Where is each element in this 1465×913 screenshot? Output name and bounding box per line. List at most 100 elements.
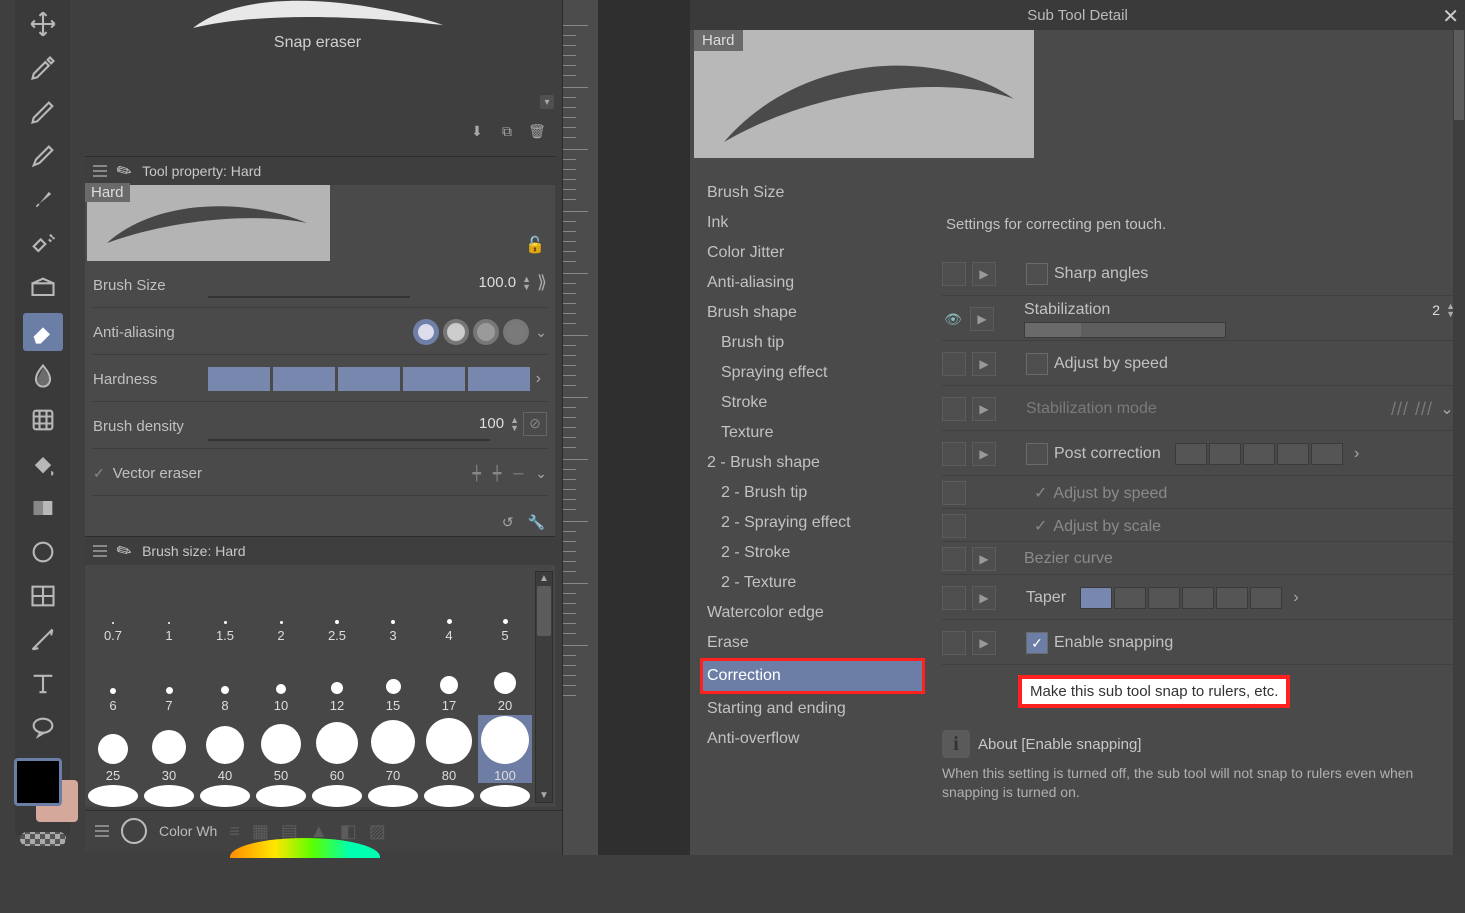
brush-size-slider[interactable]: [208, 296, 410, 298]
aa-option-3[interactable]: [473, 319, 499, 345]
eyedropper-tool-icon[interactable]: [23, 49, 63, 87]
approx-icon[interactable]: ◧: [340, 821, 357, 842]
transparent-swatch[interactable]: [20, 832, 66, 846]
brush-size-option[interactable]: 25: [86, 715, 140, 783]
brush-size-option[interactable]: 20: [478, 645, 532, 713]
brush-density-value[interactable]: 100: [440, 415, 508, 432]
history-icon[interactable]: ▨: [369, 821, 386, 842]
vertical-ruler[interactable]: 180240300360420480540600660720780: [562, 0, 600, 855]
category-item[interactable]: Brush shape: [700, 298, 925, 328]
brush-size-option[interactable]: [142, 785, 196, 807]
post-correction-checkbox[interactable]: [1026, 443, 1048, 465]
frame-tool-icon[interactable]: [23, 577, 63, 615]
move-tool-icon[interactable]: [23, 5, 63, 43]
decoration-tool-icon[interactable]: [23, 269, 63, 307]
trash-icon[interactable]: 🗑: [526, 120, 548, 142]
brush-size-option[interactable]: 15: [366, 645, 420, 713]
brush-size-stepper[interactable]: ▲▼: [520, 275, 531, 291]
category-item[interactable]: Color Jitter: [700, 238, 925, 268]
show-toggle[interactable]: [942, 631, 966, 655]
post-correction-levels[interactable]: [1175, 443, 1343, 465]
wrench-icon[interactable]: 🔧: [528, 514, 545, 531]
chevron-down-icon[interactable]: ⌄: [529, 465, 547, 482]
close-icon[interactable]: ✕: [1442, 4, 1459, 29]
chevron-right-icon[interactable]: ›: [530, 370, 547, 388]
palette-icon[interactable]: ▦: [252, 821, 269, 842]
category-item[interactable]: Anti-overflow: [700, 724, 925, 754]
brush-size-option[interactable]: 60: [310, 715, 364, 783]
brush-size-option[interactable]: [86, 785, 140, 807]
scrollbar-thumb[interactable]: [537, 586, 551, 636]
taper-levels[interactable]: [1080, 587, 1282, 609]
hardness-selector[interactable]: [208, 367, 530, 391]
brush-size-option[interactable]: [198, 785, 252, 807]
brush-size-option[interactable]: [422, 785, 476, 807]
scroll-down-icon[interactable]: ▼: [536, 790, 552, 801]
category-item[interactable]: 2 - Brush tip: [700, 478, 925, 508]
tool-property-header[interactable]: ✎ Tool property: Hard: [85, 157, 563, 185]
brush-size-option[interactable]: 10: [254, 645, 308, 713]
menu-icon[interactable]: [95, 825, 109, 837]
category-item[interactable]: Texture: [700, 418, 925, 448]
brush-size-option[interactable]: 1.5: [198, 575, 252, 643]
gradient-tool-icon[interactable]: [23, 489, 63, 527]
category-item[interactable]: 2 - Stroke: [700, 538, 925, 568]
scrollbar[interactable]: ▲ ▼: [535, 571, 553, 803]
menu-icon[interactable]: [93, 545, 107, 557]
download-icon[interactable]: ⬇: [466, 120, 488, 142]
scroll-up-icon[interactable]: ▲: [536, 573, 552, 584]
category-item[interactable]: Starting and ending: [700, 694, 925, 724]
brush-size-option[interactable]: [366, 785, 420, 807]
category-item[interactable]: 2 - Texture: [700, 568, 925, 598]
text-tool-icon[interactable]: [23, 665, 63, 703]
sharp-angles-checkbox[interactable]: [1026, 263, 1048, 285]
show-toggle[interactable]: [942, 397, 966, 421]
brush-size-header[interactable]: ✎ Brush size: Hard: [85, 537, 563, 565]
vector-mode-2-icon[interactable]: ┿: [493, 465, 501, 482]
density-stepper[interactable]: ▲▼: [508, 416, 519, 432]
aa-option-2[interactable]: [443, 319, 469, 345]
vector-mode-1-icon[interactable]: ┿: [472, 465, 480, 482]
expand-icon[interactable]: ▶: [972, 586, 996, 610]
show-toggle[interactable]: [942, 442, 966, 466]
brush-size-option[interactable]: 3: [366, 575, 420, 643]
chevron-down-icon[interactable]: ⌄: [529, 324, 547, 341]
brush-size-option[interactable]: 7: [142, 645, 196, 713]
brush-size-option[interactable]: 5: [478, 575, 532, 643]
density-dynamics-icon[interactable]: ⊘: [523, 412, 547, 436]
primary-color-swatch[interactable]: [14, 758, 62, 806]
brush-density-slider[interactable]: [208, 439, 490, 441]
pen-tool-icon[interactable]: [23, 93, 63, 131]
category-item[interactable]: Watercolor edge: [700, 598, 925, 628]
brush-size-option[interactable]: 50: [254, 715, 308, 783]
blend-tool-icon[interactable]: [23, 357, 63, 395]
figure-tool-icon[interactable]: [23, 533, 63, 571]
expand-icon[interactable]: ▶: [972, 442, 996, 466]
brush-size-option[interactable]: 4: [422, 575, 476, 643]
fill-tool-icon[interactable]: [23, 445, 63, 483]
aa-option-1[interactable]: [413, 319, 439, 345]
brush-size-option[interactable]: 6: [86, 645, 140, 713]
ruler-tool-icon[interactable]: [23, 621, 63, 659]
show-toggle[interactable]: [942, 262, 966, 286]
anti-aliasing-options[interactable]: [413, 319, 529, 345]
pencil-tool-icon[interactable]: [23, 137, 63, 175]
category-item[interactable]: Spraying effect: [700, 358, 925, 388]
expand-icon[interactable]: ▶: [972, 631, 996, 655]
category-item[interactable]: Ink: [700, 208, 925, 238]
brush-size-option[interactable]: 0.7: [86, 575, 140, 643]
brush-stroke-preview[interactable]: Hard: [87, 185, 330, 261]
airbrush-tool-icon[interactable]: [23, 225, 63, 263]
category-item[interactable]: 2 - Spraying effect: [700, 508, 925, 538]
brush-size-option[interactable]: [310, 785, 364, 807]
adjust-speed-checkbox[interactable]: [1026, 353, 1048, 375]
category-item[interactable]: Erase: [700, 628, 925, 658]
category-item[interactable]: Stroke: [700, 388, 925, 418]
expand-icon[interactable]: ▶: [970, 307, 994, 331]
aa-option-4[interactable]: [503, 319, 529, 345]
stabilization-value[interactable]: 2: [1432, 302, 1444, 318]
show-toggle[interactable]: [942, 514, 966, 538]
expand-icon[interactable]: ▶: [972, 352, 996, 376]
brush-size-option[interactable]: 80: [422, 715, 476, 783]
brush-size-option[interactable]: 8: [198, 645, 252, 713]
